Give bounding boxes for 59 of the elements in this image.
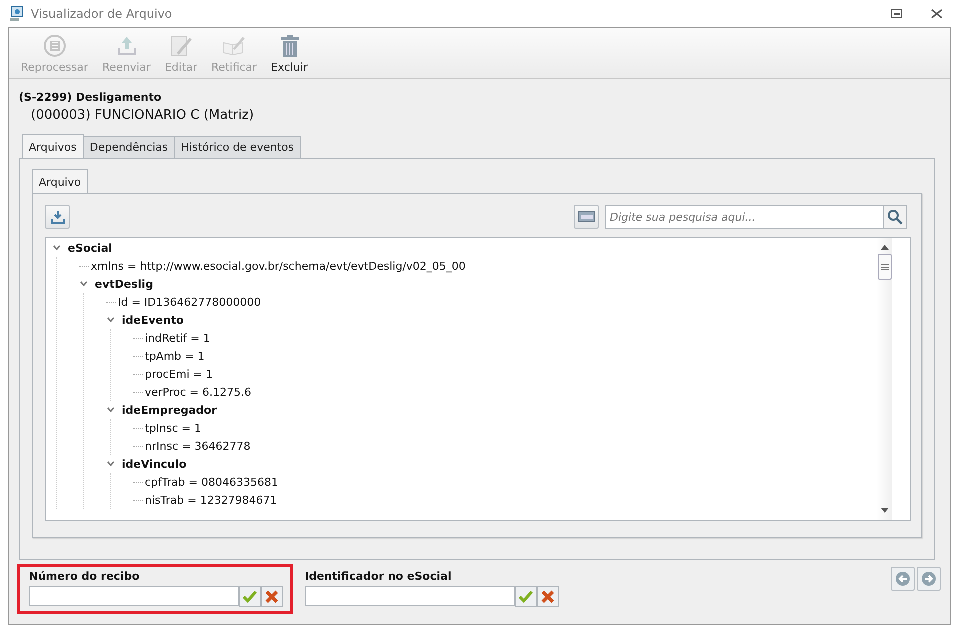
chevron-down-icon[interactable] — [106, 461, 116, 467]
tree-leaf: verProc = 6.1275.6 — [145, 386, 252, 398]
tab[interactable]: Histórico de eventos — [174, 136, 302, 158]
search-button[interactable] — [883, 205, 907, 229]
restore-icon[interactable] — [891, 8, 903, 18]
app-icon — [9, 6, 25, 22]
tree-node[interactable]: eSocial — [68, 242, 112, 254]
next-button[interactable] — [917, 567, 941, 591]
tree-leaf: indRetif = 1 — [145, 332, 210, 344]
tree-leaf: tpAmb = 1 — [145, 350, 205, 362]
tree-node[interactable]: ideVinculo — [122, 458, 187, 470]
input-field[interactable] — [29, 586, 239, 606]
tree-node[interactable]: ideEvento — [122, 314, 184, 326]
chevron-down-icon[interactable] — [106, 407, 116, 413]
check-icon — [519, 590, 533, 602]
toolbar-button[interactable]: Excluir — [265, 31, 314, 78]
chevron-down-icon[interactable] — [52, 245, 62, 251]
tree-leaf: procEmi = 1 — [145, 368, 213, 380]
tree-leaf: cpfTrab = 08046335681 — [145, 476, 278, 488]
download-icon — [50, 209, 66, 225]
tree-leaf: xmlns = http://www.esocial.gov.br/schema/evt/evtDeslig/v02_05_00 — [91, 260, 466, 272]
tab[interactable]: Dependências — [82, 136, 176, 158]
employee-name: (000003) FUNCIONARIO C (Matriz) — [31, 108, 256, 123]
tree-node[interactable]: ideEmpregador — [122, 404, 217, 416]
arrow-right-icon — [921, 571, 937, 587]
xml-icon — [578, 211, 596, 223]
field-label: Número do recibo — [29, 570, 141, 583]
confirm-button[interactable] — [239, 586, 261, 607]
close-icon — [265, 590, 279, 604]
scrollbar[interactable] — [877, 238, 892, 520]
check-icon — [243, 590, 257, 602]
tree-leaf: nisTrab = 12327984671 — [145, 494, 278, 506]
input-field[interactable] — [305, 586, 515, 606]
cancel-button[interactable] — [537, 586, 559, 607]
tab[interactable]: Arquivo — [32, 169, 88, 193]
tab[interactable]: Arquivos — [22, 134, 84, 158]
field-label: Identificador no eSocial — [305, 570, 453, 583]
previous-button[interactable] — [891, 567, 915, 591]
grip-icon[interactable] — [880, 264, 888, 270]
arrow-left-icon — [895, 571, 911, 587]
chevron-down-icon[interactable] — [106, 317, 116, 323]
confirm-button[interactable] — [515, 586, 537, 607]
scroll-up-icon[interactable] — [880, 244, 890, 250]
tree-leaf: tpInsc = 1 — [145, 422, 202, 434]
tree-leaf: nrInsc = 36462778 — [145, 440, 251, 452]
download-button[interactable] — [45, 205, 70, 229]
cancel-button[interactable] — [261, 586, 283, 607]
search-field[interactable]: Digite sua pesquisa aqui... — [605, 205, 883, 229]
close-icon — [541, 590, 555, 604]
xml-button[interactable] — [574, 205, 599, 229]
close-icon[interactable] — [931, 8, 943, 18]
window-title: Visualizador de Arquivo — [31, 6, 172, 20]
refresh-icon — [42, 33, 68, 59]
tree-node[interactable]: evtDeslig — [95, 278, 154, 290]
chevron-down-icon[interactable] — [79, 281, 89, 287]
scroll-down-icon[interactable] — [880, 508, 890, 514]
search-icon — [887, 209, 903, 225]
event-title: (S-2299) Desligamento — [19, 91, 163, 104]
tree-leaf: Id = ID136462778000000 — [118, 296, 262, 308]
